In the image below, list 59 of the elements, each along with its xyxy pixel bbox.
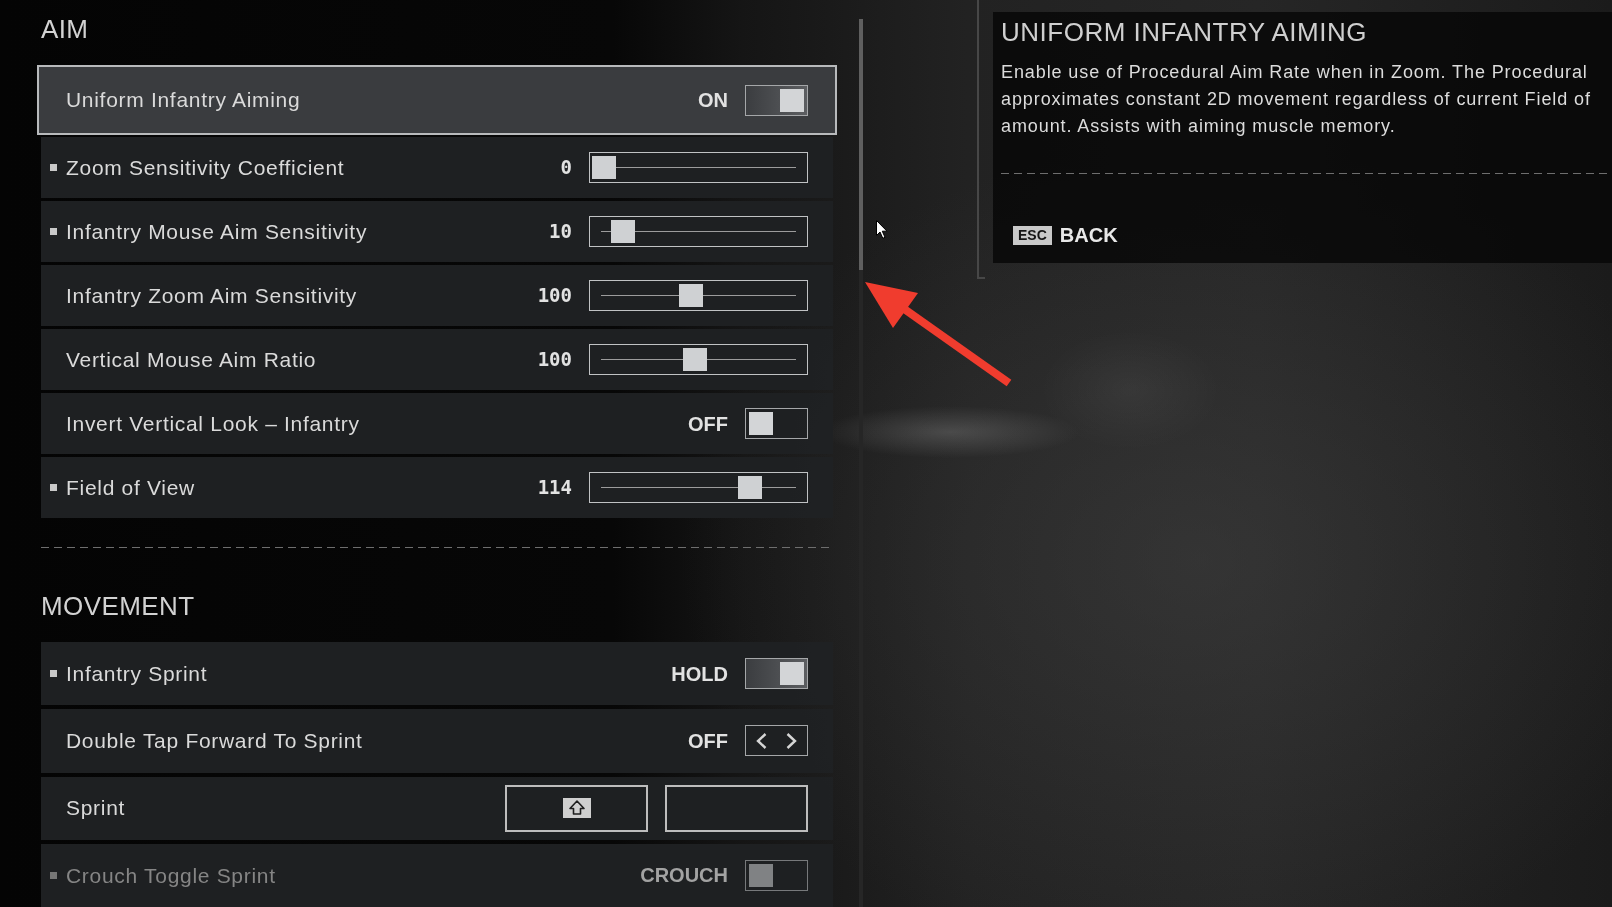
toggle-switch[interactable]	[745, 84, 808, 116]
setting-label: Crouch Toggle Sprint	[66, 862, 276, 889]
slider-track[interactable]	[589, 216, 808, 247]
toggle-switch[interactable]	[745, 408, 808, 439]
toggle-switch[interactable]	[745, 658, 808, 690]
setting-row[interactable]: Invert Vertical Look – Infantry OFF	[41, 393, 833, 454]
setting-label: Invert Vertical Look – Infantry	[66, 410, 360, 437]
setting-value: OFF	[688, 728, 728, 754]
shift-key-icon	[562, 798, 591, 819]
info-description: Enable use of Procedural Aim Rate when in Zoom. The Procedural approximates constant 2D movement regardless of current Field of amount. Assists with aiming muscle memory.	[1001, 61, 1591, 138]
scrollbar-track[interactable]	[859, 19, 863, 907]
slider-track[interactable]	[589, 280, 808, 311]
info-title: UNIFORM INFANTRY AIMING	[1001, 16, 1367, 49]
setting-label: Infantry Zoom Aim Sensitivity	[66, 282, 358, 309]
chevron-left-icon[interactable]	[755, 732, 767, 749]
setting-label: Infantry Mouse Aim Sensitivity	[66, 218, 368, 245]
setting-label: Sprint	[66, 795, 126, 822]
setting-row[interactable]: Field of View 114	[41, 457, 833, 518]
setting-value: 100	[537, 283, 572, 309]
setting-row[interactable]: Vertical Mouse Aim Ratio 100	[41, 329, 833, 390]
setting-row[interactable]: Zoom Sensitivity Coefficient 0	[41, 137, 833, 198]
setting-label: Vertical Mouse Aim Ratio	[66, 346, 317, 373]
setting-value: 0	[560, 155, 572, 181]
setting-value: OFF	[688, 411, 728, 437]
setting-row[interactable]: Infantry Zoom Aim Sensitivity 100	[41, 265, 833, 326]
section-title: AIM	[41, 13, 89, 46]
keybind-button[interactable]	[665, 784, 808, 832]
slider-thumb[interactable]	[678, 284, 703, 307]
slider-thumb[interactable]	[592, 156, 616, 179]
section-title: MOVEMENT	[41, 590, 195, 623]
setting-value: HOLD	[671, 661, 728, 687]
setting-label: Infantry Sprint	[66, 660, 208, 687]
slider-track[interactable]	[589, 152, 808, 183]
slider-thumb[interactable]	[610, 220, 635, 243]
setting-value: 10	[549, 219, 572, 245]
key-hint: ESC	[1013, 225, 1052, 245]
setting-value: ON	[698, 88, 728, 113]
cursor-icon	[876, 220, 888, 239]
setting-label: Double Tap Forward To Sprint	[66, 728, 363, 755]
setting-row[interactable]: Double Tap Forward To Sprint OFF	[41, 709, 833, 773]
back-button[interactable]: ESC BACK	[1013, 220, 1118, 250]
setting-row[interactable]: Uniform Infantry Aiming ON	[37, 65, 837, 135]
option-selector[interactable]	[745, 725, 808, 757]
slider-track[interactable]	[589, 472, 808, 503]
slider-thumb[interactable]	[737, 476, 762, 499]
setting-label: Zoom Sensitivity Coefficient	[66, 154, 345, 181]
setting-label: Field of View	[66, 474, 195, 501]
chevron-right-icon[interactable]	[786, 732, 798, 749]
setting-row[interactable]: Infantry Mouse Aim Sensitivity 10	[41, 201, 833, 262]
setting-label: Uniform Infantry Aiming	[66, 87, 301, 114]
keybind-button[interactable]	[505, 784, 648, 832]
setting-row[interactable]: Infantry Sprint HOLD	[41, 642, 833, 706]
setting-row[interactable]: Sprint	[41, 776, 833, 840]
slider-track[interactable]	[589, 344, 808, 375]
setting-value: 100	[537, 347, 572, 373]
scrollbar-thumb[interactable]	[859, 19, 863, 270]
setting-value: CROUCH	[640, 863, 728, 889]
setting-value: 114	[537, 475, 572, 501]
slider-thumb[interactable]	[682, 348, 707, 371]
